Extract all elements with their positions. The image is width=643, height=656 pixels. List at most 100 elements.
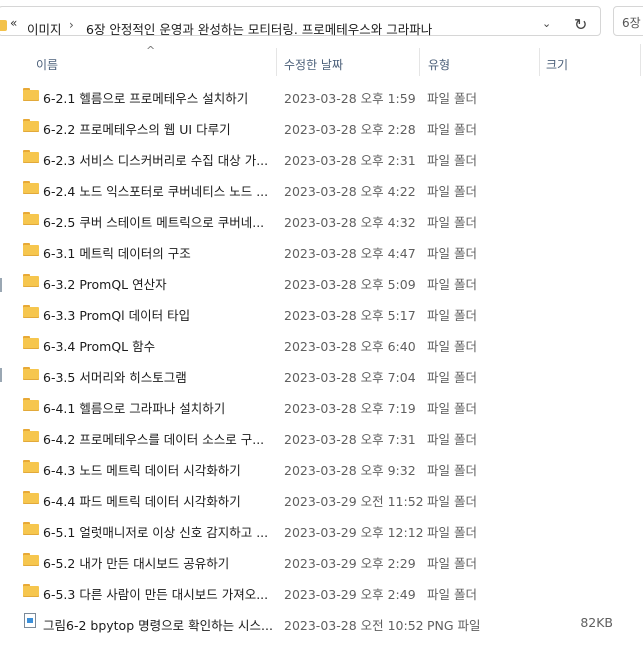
file-type: 파일 폴더 [427,308,477,323]
folder-icon [23,212,39,225]
file-row[interactable]: 6-5.2 내가 만든 대시보드 공유하기 2023-03-29 오후 2:29 파… [0,544,643,575]
folder-icon [23,584,39,597]
folder-icon [23,522,39,535]
file-name: 6-2.3 서비스 디스커버리로 수집 대상 가... [43,153,269,168]
file-row[interactable]: 6-2.2 프로메테우스의 웹 UI 다루기 2023-03-28 오후 2:28… [0,110,643,141]
file-type: 파일 폴더 [427,401,477,416]
file-row[interactable]: 6-3.4 PromQL 함수 2023-03-28 오후 6:40 파일 폴더 [0,327,643,358]
file-date: 2023-03-29 오후 12:12 [284,525,424,540]
breadcrumb-item-images[interactable]: 이미지 [27,19,62,38]
file-name: 6-4.2 프로메테우스를 데이터 소스로 구... [43,432,265,447]
file-row[interactable]: 6-2.3 서비스 디스커버리로 수집 대상 가... 2023-03-28 오후… [0,141,643,172]
file-date: 2023-03-29 오후 2:49 [284,587,416,602]
file-row[interactable]: 6-2.5 쿠버 스테이트 메트릭으로 쿠버네... 2023-03-28 오후 … [0,203,643,234]
file-row[interactable]: 6-3.2 PromQL 연산자 2023-03-28 오후 5:09 파일 폴더 [0,265,643,296]
sort-ascending-icon: ^ [146,44,156,57]
file-row[interactable]: 6-5.1 얼럿매니저로 이상 신호 감지하고 ... 2023-03-29 오후… [0,513,643,544]
folder-icon [23,553,39,566]
file-date: 2023-03-28 오후 9:32 [284,463,416,478]
address-bar[interactable]: « 이미지 › 6장 안정적인 운영과 완성하는 모티터링. 프로메테우스와 그… [0,6,601,38]
file-date: 2023-03-28 오후 1:59 [284,91,416,106]
file-row[interactable]: 6-5.3 다른 사람이 만든 대시보드 가져오... 2023-03-29 오후… [0,575,643,606]
folder-icon [23,274,39,287]
file-date: 2023-03-28 오후 5:09 [284,277,416,292]
file-name: 6-3.4 PromQL 함수 [43,339,156,354]
folder-icon [23,305,39,318]
file-type: 파일 폴더 [427,339,477,354]
file-date: 2023-03-28 오후 2:28 [284,122,416,137]
file-date: 2023-03-28 오후 5:17 [284,308,416,323]
file-type: 파일 폴더 [427,215,477,230]
file-row[interactable]: 6-3.1 메트릭 데이터의 구조 2023-03-28 오후 4:47 파일 폴더 [0,234,643,265]
folder-icon [23,398,39,411]
file-type: 파일 폴더 [427,432,477,447]
folder-icon [23,181,39,194]
file-type: 파일 폴더 [427,153,477,168]
file-name: 6-2.1 헬름으로 프로메테우스 설치하기 [43,91,249,106]
file-date: 2023-03-29 오후 2:29 [284,556,416,571]
file-date: 2023-03-28 오후 7:31 [284,432,416,447]
column-divider[interactable] [276,48,277,76]
file-row[interactable]: 6-4.1 헬름으로 그라파나 설치하기 2023-03-28 오후 7:19 파일… [0,389,643,420]
file-name: 6-4.3 노드 메트릭 데이터 시각화하기 [43,463,241,478]
file-type: 파일 폴더 [427,370,477,385]
file-date: 2023-03-28 오후 2:31 [284,153,416,168]
column-divider[interactable] [419,48,420,76]
file-date: 2023-03-28 오후 7:04 [284,370,416,385]
file-type: 파일 폴더 [427,463,477,478]
column-header-size[interactable]: 크기 [546,56,568,73]
png-file-icon [24,613,36,628]
file-type: 파일 폴더 [427,587,477,602]
file-date: 2023-03-28 오후 4:47 [284,246,416,261]
column-header-name[interactable]: 이름 [36,56,58,73]
chevron-down-icon[interactable]: ⌄ [542,17,551,30]
file-row[interactable]: 6-3.5 서머리와 히스토그램 2023-03-28 오후 7:04 파일 폴더 [0,358,643,389]
file-name: 6-2.5 쿠버 스테이트 메트릭으로 쿠버네... [43,215,265,230]
folder-icon [23,119,39,132]
file-list: 6-2.1 헬름으로 프로메테우스 설치하기 2023-03-28 오후 1:59… [0,79,643,637]
file-name: 그림6-2 bpytop 명령으로 확인하는 시스... [43,618,273,633]
file-type: 파일 폴더 [427,277,477,292]
file-row[interactable]: 6-3.3 PromQl 데이터 타입 2023-03-28 오후 5:17 파일 … [0,296,643,327]
file-row[interactable]: 6-4.2 프로메테우스를 데이터 소스로 구... 2023-03-28 오후 … [0,420,643,451]
file-name: 6-5.1 얼럿매니저로 이상 신호 감지하고 ... [43,525,269,540]
search-input[interactable]: 6장 [613,6,643,36]
breadcrumb-item-current[interactable]: 6장 안정적인 운영과 완성하는 모티터링. 프로메테우스와 그라파나 [86,19,432,38]
file-type: 파일 폴더 [427,91,477,106]
file-date: 2023-03-28 오후 6:40 [284,339,416,354]
file-row[interactable]: 6-2.1 헬름으로 프로메테우스 설치하기 2023-03-28 오후 1:59… [0,79,643,110]
file-row[interactable]: 그림6-2 bpytop 명령으로 확인하는 시스... 2023-03-28 오… [0,606,643,637]
address-bar-row: « 이미지 › 6장 안정적인 운영과 완성하는 모티터링. 프로메테우스와 그… [0,0,643,44]
folder-icon [23,491,39,504]
folder-icon [23,429,39,442]
column-header: ^ 이름 수정한 날짜 유형 크기 [0,44,643,77]
file-name: 6-3.5 서머리와 히스토그램 [43,370,187,385]
file-name: 6-3.1 메트릭 데이터의 구조 [43,246,191,261]
file-date: 2023-03-28 오후 4:22 [284,184,416,199]
file-date: 2023-03-29 오전 11:52 [284,494,424,509]
file-row[interactable]: 6-4.3 노드 메트릭 데이터 시각화하기 2023-03-28 오후 9:32… [0,451,643,482]
file-date: 2023-03-28 오후 7:19 [284,401,416,416]
file-name: 6-2.4 노드 익스포터로 쿠버네티스 노드 ... [43,184,269,199]
file-row[interactable]: 6-2.4 노드 익스포터로 쿠버네티스 노드 ... 2023-03-28 오후… [0,172,643,203]
column-header-date[interactable]: 수정한 날짜 [284,56,343,73]
column-divider[interactable] [539,48,540,76]
file-name: 6-3.3 PromQl 데이터 타입 [43,308,191,323]
folder-icon [23,243,39,256]
file-type: 파일 폴더 [427,184,477,199]
column-header-type[interactable]: 유형 [428,56,450,73]
file-type: 파일 폴더 [427,556,477,571]
search-input-text: 6장 [622,16,641,30]
file-type: PNG 파일 [427,618,481,633]
file-name: 6-5.2 내가 만든 대시보드 공유하기 [43,556,230,571]
refresh-icon[interactable]: ↻ [574,15,587,34]
file-name: 6-3.2 PromQL 연산자 [43,277,167,292]
folder-icon [23,88,39,101]
column-divider [640,44,641,76]
file-type: 파일 폴더 [427,122,477,137]
file-type: 파일 폴더 [427,525,477,540]
file-row[interactable]: 6-4.4 파드 메트릭 데이터 시각화하기 2023-03-29 오전 11:5… [0,482,643,513]
breadcrumb-separator-icon[interactable]: › [69,18,74,32]
file-name: 6-4.4 파드 메트릭 데이터 시각화하기 [43,494,241,509]
breadcrumb-overflow-button[interactable]: « [10,16,17,30]
